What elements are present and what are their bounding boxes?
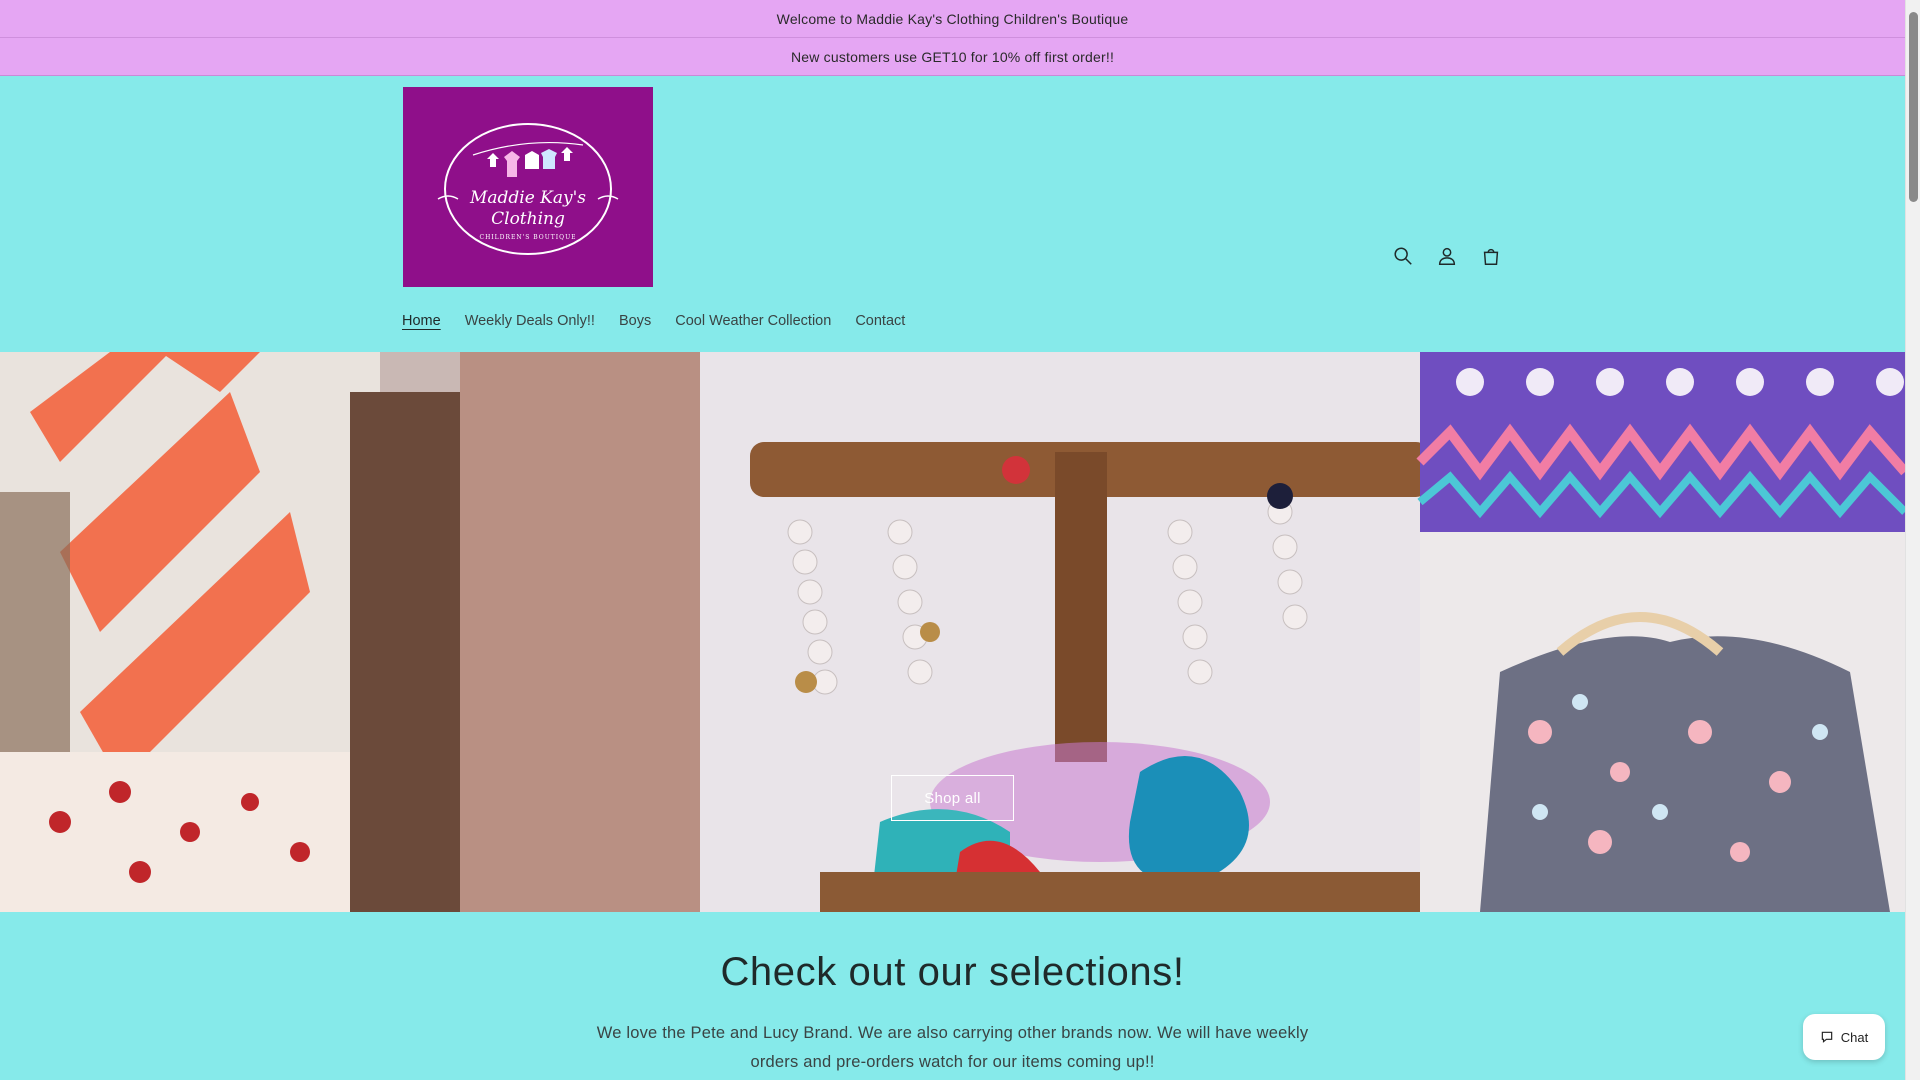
nav-weekly-deals[interactable]: Weekly Deals Only!! bbox=[465, 313, 595, 329]
section-description: We love the Pete and Lucy Brand. We are … bbox=[596, 1024, 1309, 1071]
logo-text-clothing: Clothing bbox=[491, 209, 565, 229]
nav-boys[interactable]: Boys bbox=[619, 313, 651, 329]
store-logo[interactable]: Maddie Kay's Clothing CHILDREN'S BOUTIQU… bbox=[403, 87, 653, 287]
announcement-bar-welcome: Welcome to Maddie Kay's Clothing Childre… bbox=[0, 0, 1905, 38]
account-icon[interactable] bbox=[1432, 241, 1462, 271]
shop-all-button[interactable]: Shop all bbox=[891, 775, 1014, 821]
logo-text-boutique: CHILDREN'S BOUTIQUE bbox=[479, 234, 576, 241]
cart-icon[interactable] bbox=[1476, 241, 1506, 271]
logo-text-name: Maddie Kay's bbox=[469, 188, 586, 208]
search-icon[interactable] bbox=[1388, 241, 1418, 271]
section-heading: Check out our selections! bbox=[720, 950, 1185, 994]
announcement-text: Welcome to Maddie Kay's Clothing Childre… bbox=[776, 10, 1129, 27]
hero-banner: Shop all bbox=[0, 352, 1905, 912]
header-icons bbox=[1388, 241, 1506, 271]
chat-label: Chat bbox=[1840, 1029, 1869, 1045]
announcement-bar-discount: New customers use GET10 for 10% off firs… bbox=[0, 38, 1905, 76]
nav-contact[interactable]: Contact bbox=[855, 313, 905, 329]
site-header: Maddie Kay's Clothing CHILDREN'S BOUTIQU… bbox=[0, 76, 1905, 352]
chat-bubble-icon bbox=[1821, 1031, 1833, 1043]
nav-cool-weather-collection[interactable]: Cool Weather Collection bbox=[675, 313, 831, 329]
hero-image bbox=[0, 352, 1905, 912]
main-navigation: Home Weekly Deals Only!! Boys Cool Weath… bbox=[402, 313, 905, 329]
page-scrollbar[interactable] bbox=[1905, 0, 1920, 1080]
scrollbar-thumb[interactable] bbox=[1909, 12, 1918, 202]
chat-button[interactable]: Chat bbox=[1803, 1014, 1885, 1060]
page: Welcome to Maddie Kay's Clothing Childre… bbox=[0, 0, 1905, 1080]
selections-section: Check out our selections! We love the Pe… bbox=[0, 950, 1905, 1077]
announcement-text: New customers use GET10 for 10% off firs… bbox=[790, 48, 1115, 65]
nav-home[interactable]: Home bbox=[402, 313, 441, 329]
logo-graphic: Maddie Kay's Clothing CHILDREN'S BOUTIQU… bbox=[437, 123, 619, 255]
